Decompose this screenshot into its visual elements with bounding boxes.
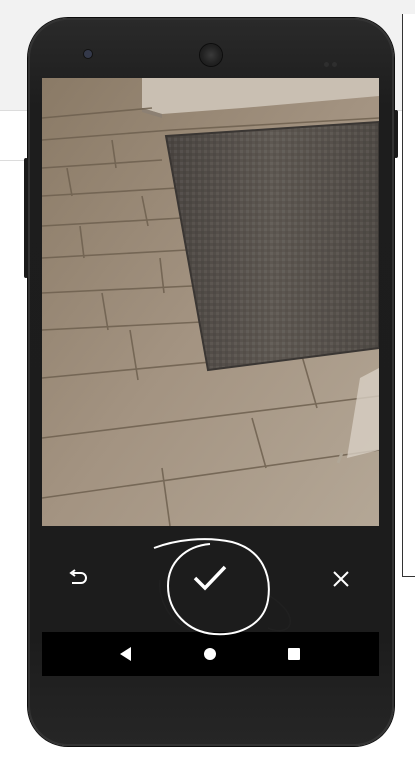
recents-button[interactable] — [274, 632, 314, 676]
checkmark-icon — [193, 565, 227, 591]
undo-arrow-icon — [69, 569, 87, 584]
speaker-grille — [200, 44, 222, 66]
circle-home-icon — [204, 648, 216, 660]
confirm-photo-button[interactable] — [188, 558, 232, 598]
system-navigation-bar — [42, 632, 379, 676]
photo-floor-with-rug — [42, 78, 379, 526]
proximity-sensor — [324, 52, 342, 67]
triangle-back-icon — [120, 647, 131, 661]
phone-screen — [42, 78, 379, 676]
back-button[interactable] — [106, 632, 146, 676]
volume-rocker — [24, 158, 28, 278]
square-recents-icon — [288, 648, 300, 660]
page — [0, 0, 415, 760]
photo-review-controls — [42, 526, 379, 632]
captured-photo-preview — [42, 78, 379, 526]
home-button[interactable] — [190, 632, 230, 676]
retake-button[interactable] — [60, 564, 96, 594]
background-side-panel — [402, 14, 415, 577]
power-button — [394, 110, 398, 158]
phone-device-frame — [24, 18, 398, 746]
front-camera-icon — [84, 50, 92, 58]
close-x-icon — [333, 571, 349, 587]
cancel-button[interactable] — [324, 564, 358, 594]
